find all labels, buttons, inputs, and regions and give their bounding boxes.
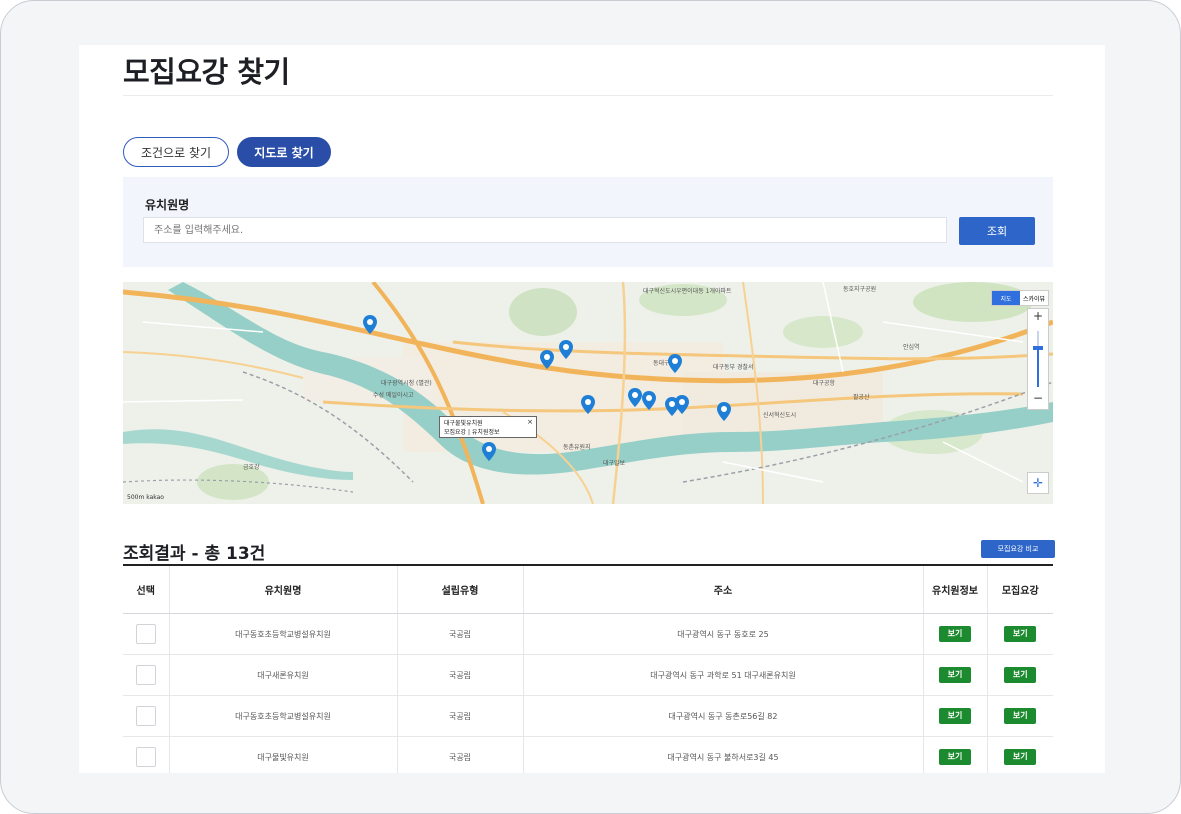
view-recruitment-button[interactable]: 보기 — [1004, 667, 1037, 683]
cell-name: 대구동호초등학교병설유치원 — [169, 695, 398, 737]
kindergarten-name-label: 유치원명 — [145, 198, 190, 212]
tab-map-search[interactable]: 지도로 찾기 — [237, 137, 331, 167]
table-row: 대구동호초등학교병설유치원 국공립 대구광역시 동구 동호로 25 보기 보기 — [123, 613, 1053, 655]
map-pin-icon[interactable] — [540, 350, 554, 369]
map-type-skyview-button[interactable]: 스카이뷰 — [1020, 291, 1048, 305]
view-info-button[interactable]: 보기 — [939, 708, 971, 724]
map-canvas[interactable] — [123, 282, 1053, 504]
map-place-label: 동호지구공원 — [843, 286, 877, 293]
map-place-label: 팔공산 — [853, 394, 870, 401]
address-search-input[interactable] — [143, 217, 947, 243]
cell-name: 대구새론유치원 — [169, 654, 398, 696]
table-header-row: 선택 유치원명 설립유형 주소 유치원정보 모집요강 — [123, 565, 1053, 614]
cell-name: 대구물빛유치원 — [169, 736, 398, 773]
map-pin-icon[interactable] — [628, 388, 642, 407]
search-button[interactable]: 조회 — [959, 217, 1035, 245]
view-recruitment-button[interactable]: 보기 — [1004, 708, 1037, 724]
map-view[interactable]: 대구혁신도시우편이대동 1개아파트 동호지구공원 동대구역 대구동부 경찰서 대… — [123, 282, 1053, 504]
search-panel: 유치원명 조회 — [123, 177, 1053, 267]
map-place-label: 대구광역시청 (별관) — [381, 380, 432, 387]
row-select-checkbox[interactable] — [135, 624, 156, 644]
map-place-label: 신서혁신도시 — [763, 412, 797, 419]
row-select-checkbox[interactable] — [135, 665, 156, 685]
map-scale: 500m kakao — [127, 494, 164, 501]
view-recruitment-button[interactable]: 보기 — [1004, 626, 1037, 642]
column-header-name: 유치원명 — [169, 565, 398, 614]
map-type-road-button[interactable]: 지도 — [992, 291, 1020, 305]
map-place-label: 수성 메일아시고 — [373, 392, 414, 399]
results-title: 조회결과 - 총 13건 — [123, 544, 266, 564]
cell-type: 국공립 — [397, 613, 524, 655]
map-pin-icon[interactable] — [482, 442, 496, 461]
window-frame: 모집요강 찾기 조건으로 찾기 지도로 찾기 유치원명 조회 — [0, 0, 1181, 814]
table-row: 대구물빛유치원 국공립 대구광역시 동구 불하서로3길 45 보기 보기 — [123, 736, 1053, 773]
map-place-label: 안심역 — [903, 344, 920, 351]
view-info-button[interactable]: 보기 — [939, 667, 971, 683]
zoom-in-button[interactable]: + — [1028, 309, 1048, 323]
row-select-checkbox[interactable] — [135, 706, 156, 726]
view-recruitment-button[interactable]: 보기 — [1004, 749, 1037, 765]
popup-links[interactable]: 모집요강 | 유치원정보 — [444, 428, 532, 437]
zoom-out-button[interactable]: − — [1028, 391, 1048, 405]
map-pin-icon[interactable] — [559, 340, 573, 359]
map-pin-icon[interactable] — [675, 395, 689, 414]
page-title: 모집요강 찾기 — [123, 55, 290, 89]
map-pin-icon[interactable] — [642, 391, 656, 410]
compare-recruitment-button[interactable]: 모집요강 비교 — [981, 540, 1055, 558]
map-pin-icon[interactable] — [717, 402, 731, 421]
view-info-button[interactable]: 보기 — [939, 626, 971, 642]
map-pin-icon[interactable] — [668, 354, 682, 373]
column-header-address: 주소 — [523, 565, 924, 614]
cell-type: 국공립 — [397, 695, 524, 737]
table-row: 대구동호초등학교병설유치원 국공립 대구광역시 동구 동촌로56길 82 보기 … — [123, 695, 1053, 737]
map-place-label: 대구동부 경찰서 — [713, 364, 754, 371]
column-header-select: 선택 — [123, 565, 170, 614]
map-place-label: 동촌유원지 — [563, 444, 591, 451]
cell-address: 대구광역시 동구 불하서로3길 45 — [523, 736, 924, 773]
zoom-track-fill — [1037, 349, 1039, 387]
map-info-popup[interactable]: 대구물빛유치원 모집요강 | 유치원정보 × — [439, 416, 537, 438]
cell-address: 대구광역시 동구 동호로 25 — [523, 613, 924, 655]
cell-address: 대구광역시 동구 과학로 51 대구새론유치원 — [523, 654, 924, 696]
column-header-type: 설립유형 — [397, 565, 524, 614]
table-row: 대구새론유치원 국공립 대구광역시 동구 과학로 51 대구새론유치원 보기 보… — [123, 654, 1053, 696]
results-table: 선택 유치원명 설립유형 주소 유치원정보 모집요강 대구동호초등학교병설유치원… — [123, 564, 1053, 773]
cell-name: 대구동호초등학교병설유치원 — [169, 613, 398, 655]
map-place-label: 대구공항 — [813, 380, 836, 387]
popup-kindergarten-name: 대구물빛유치원 — [444, 420, 483, 427]
map-place-label: 대구혁신도시우편이대동 1개아파트 — [643, 288, 732, 295]
column-header-recruitment: 모집요강 — [987, 565, 1053, 614]
column-header-info: 유치원정보 — [923, 565, 988, 614]
map-pin-icon[interactable] — [363, 315, 377, 334]
zoom-control: + − — [1027, 308, 1049, 410]
map-type-toggle: 지도 스카이뷰 — [991, 290, 1049, 306]
close-icon[interactable]: × — [527, 418, 533, 427]
map-pin-icon[interactable] — [581, 395, 595, 414]
tab-condition-search[interactable]: 조건으로 찾기 — [123, 137, 229, 167]
map-place-label: 대구일보 — [603, 460, 626, 467]
cell-type: 국공립 — [397, 654, 524, 696]
title-divider — [123, 95, 1053, 96]
cell-address: 대구광역시 동구 동촌로56길 82 — [523, 695, 924, 737]
view-info-button[interactable]: 보기 — [939, 749, 971, 765]
page-card: 모집요강 찾기 조건으로 찾기 지도로 찾기 유치원명 조회 — [79, 45, 1105, 773]
map-place-label: 금호강 — [243, 464, 260, 471]
zoom-slider-handle[interactable] — [1033, 346, 1043, 350]
cell-type: 국공립 — [397, 736, 524, 773]
row-select-checkbox[interactable] — [135, 747, 156, 767]
current-location-icon[interactable]: ✛ — [1027, 472, 1049, 494]
